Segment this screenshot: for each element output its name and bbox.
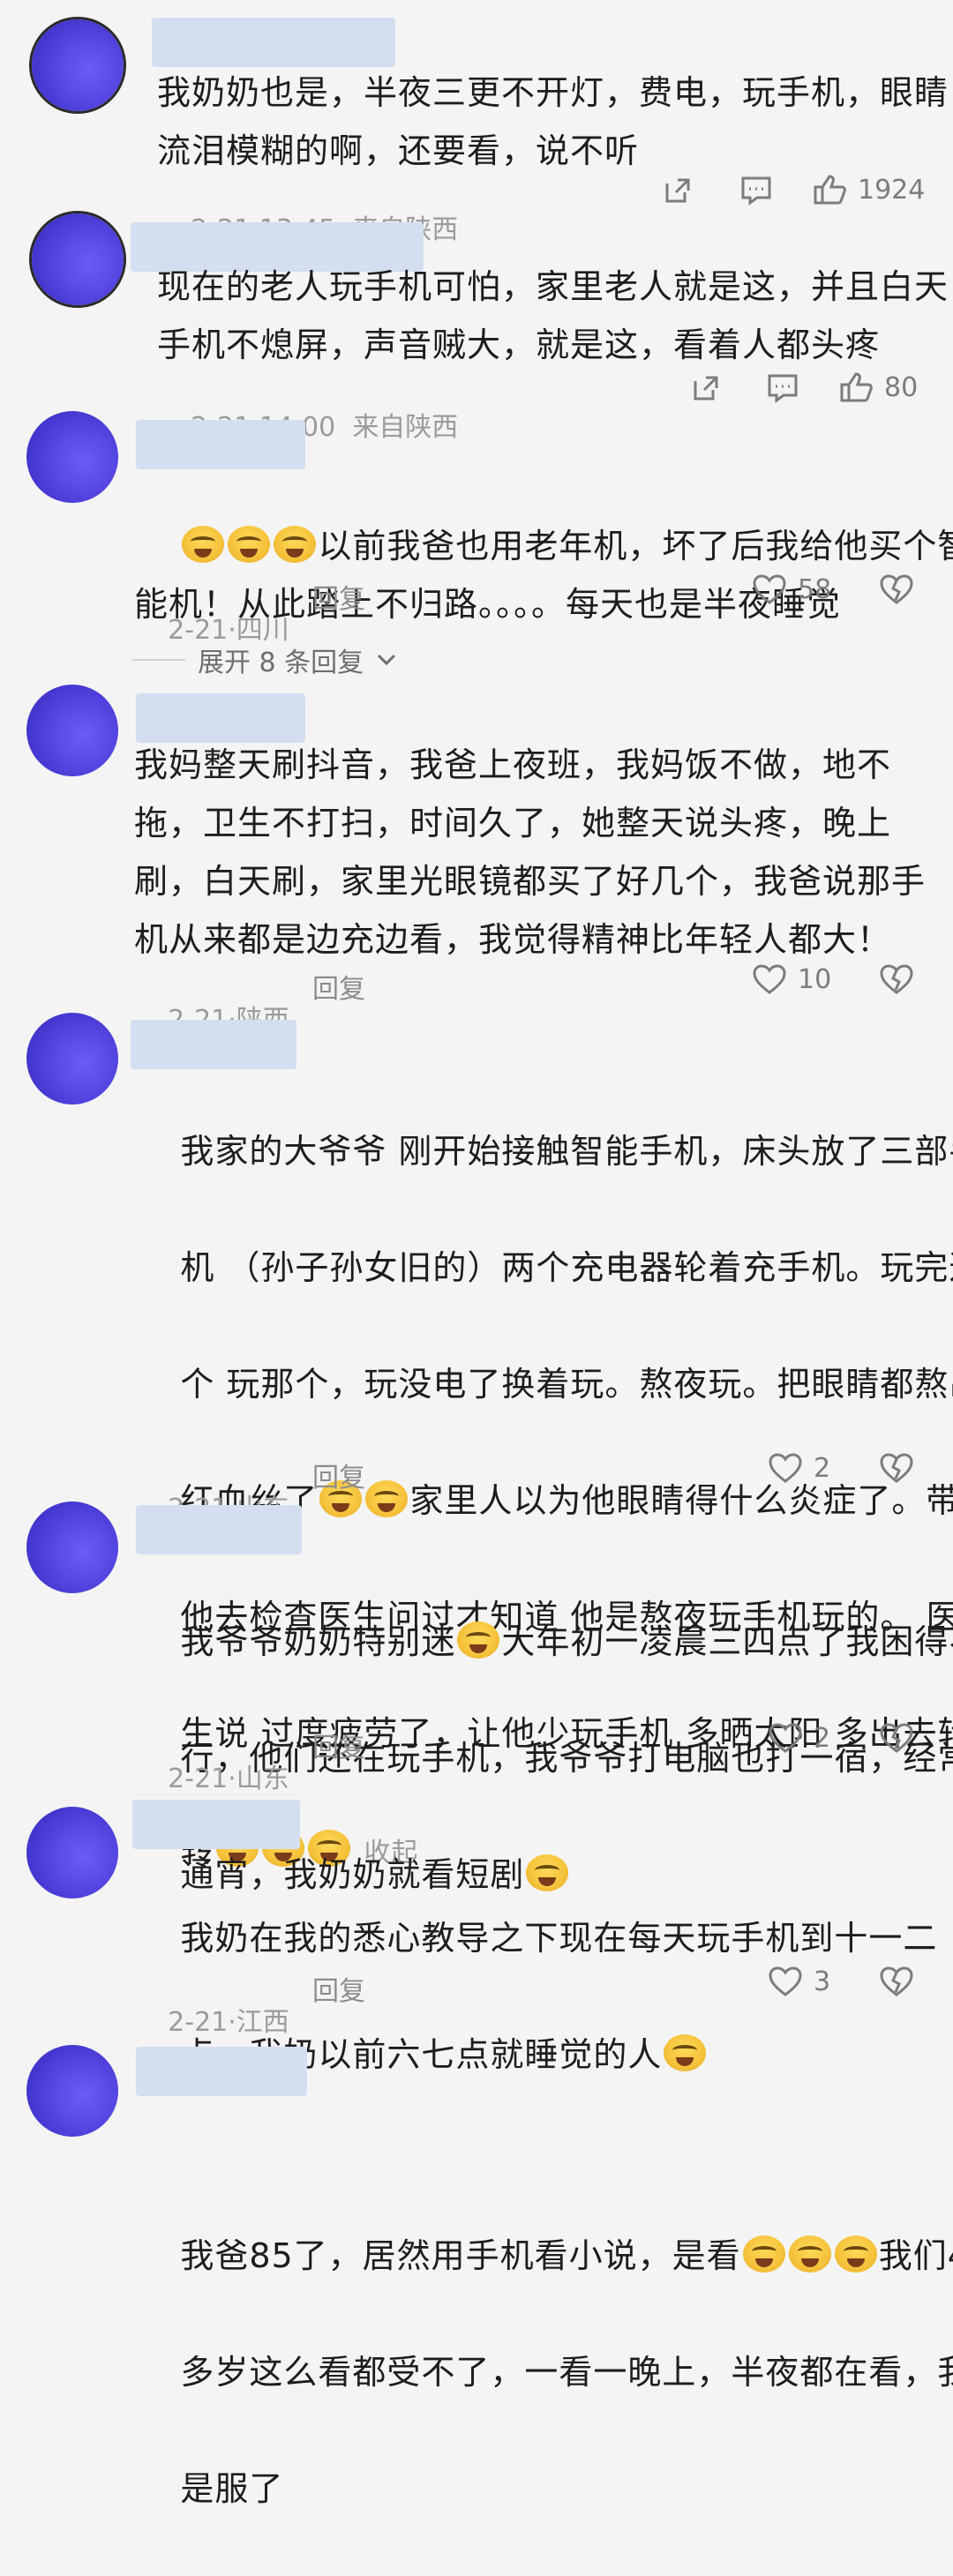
comment-text-line: 以前我爸也用老年机，坏了后我给他买个智 <box>318 527 953 565</box>
comment-text-line: 家里人以为他眼睛得什么炎症了。带 <box>409 1481 953 1520</box>
broken-heart-icon <box>880 1966 913 1996</box>
reply-button[interactable]: 回复 <box>312 967 365 1006</box>
divider <box>132 659 185 661</box>
comment-text-line: 多岁这么看都受不了，一看一晚上，半夜都在看，我 <box>180 2353 953 2392</box>
heart-icon <box>753 574 786 604</box>
comment-text-line: 我们40 <box>878 2236 953 2275</box>
dislike-button[interactable] <box>879 1722 914 1754</box>
reply-button[interactable]: 回复 <box>312 1969 365 2008</box>
laughing-crying-emoji <box>742 2235 785 2273</box>
broken-heart-icon <box>880 574 913 604</box>
avatar[interactable] <box>26 1501 118 1593</box>
dislike-button[interactable] <box>879 1966 914 1997</box>
heart-icon <box>769 1453 802 1483</box>
like-count: 3 <box>814 1966 831 1997</box>
dislike-button[interactable] <box>879 1452 914 1484</box>
share-icon <box>665 178 690 203</box>
username-redacted[interactable] <box>152 18 395 67</box>
username-redacted[interactable] <box>132 1800 300 1849</box>
thumbs-up-icon <box>814 175 846 205</box>
laughing-crying-emoji <box>182 526 225 563</box>
comment-text-line: 是服了 <box>180 2469 284 2508</box>
like-button[interactable]: 3 <box>768 1966 830 1997</box>
reply-button[interactable] <box>766 372 799 404</box>
username-redacted[interactable] <box>131 1020 296 1069</box>
laughing-crying-emoji <box>834 2235 877 2273</box>
username-redacted[interactable] <box>136 1505 302 1554</box>
comment-text-line: 机 （孙子孙女旧的）两个充电器轮着充手机。玩完这 <box>180 1248 953 1287</box>
like-button[interactable]: 58 <box>752 573 831 605</box>
share-button[interactable] <box>690 372 722 404</box>
broken-heart-icon <box>880 964 913 994</box>
avatar[interactable] <box>26 411 118 503</box>
avatar[interactable] <box>32 213 124 305</box>
like-count: 80 <box>884 371 919 403</box>
heart-icon <box>769 1966 802 1996</box>
comment-location: 山东 <box>236 1764 289 1794</box>
avatar[interactable] <box>26 1807 118 1898</box>
like-button[interactable]: 10 <box>752 963 831 995</box>
crying-emoji <box>365 1480 409 1517</box>
laughing-crying-emoji <box>274 526 317 563</box>
avatar[interactable] <box>26 685 118 776</box>
reply-button[interactable]: 回复 <box>312 577 365 616</box>
comment-text-line: 我奶在我的悉心教导之下现在每天玩手机到十一二 <box>180 1919 938 1958</box>
dislike-button[interactable] <box>879 573 914 605</box>
comment-text-line: 行，他们还在玩手机，我爷爷打电脑也打一宿，经常 <box>180 1739 953 1778</box>
broken-heart-icon <box>880 1723 913 1753</box>
like-count: 58 <box>798 573 832 605</box>
laughing-crying-emoji <box>228 526 271 563</box>
comment-date: 2-21 <box>168 2007 229 2038</box>
reply-button[interactable] <box>739 175 773 206</box>
like-button[interactable]: 1924 <box>812 173 925 206</box>
thumbs-up-icon <box>840 372 873 402</box>
comment-text-line: 我家的大爷爷 刚开始接触智能手机，床头放了三部手 <box>180 1132 953 1171</box>
reply-button[interactable]: 回复 <box>312 1456 365 1494</box>
comment-location: 来自陕西 <box>352 412 459 443</box>
heart-icon <box>769 1723 802 1753</box>
broken-heart-icon <box>880 1453 913 1483</box>
like-count: 10 <box>798 963 832 995</box>
crying-emoji <box>457 1621 500 1659</box>
comment-icon <box>741 176 771 206</box>
dislike-button[interactable] <box>879 963 914 995</box>
avatar[interactable] <box>32 19 124 111</box>
like-count: 1924 <box>858 174 926 206</box>
laughing-crying-emoji <box>788 2235 831 2273</box>
chevron-down-icon <box>378 654 396 666</box>
comment-text-line: 我爸85了，居然用手机看小说，是看 <box>180 2236 741 2275</box>
heart-icon <box>753 964 786 994</box>
comment-location: 江西 <box>236 2007 289 2038</box>
comment-text-line: 我爷爷奶奶特别迷 <box>180 1622 456 1661</box>
comment-date: 2-21 <box>168 1764 229 1794</box>
avatar[interactable] <box>26 1013 118 1105</box>
like-button[interactable]: 2 <box>768 1722 830 1754</box>
like-button[interactable]: 2 <box>768 1452 830 1484</box>
comment-text: 我妈整天刷抖音，我爸上夜班，我妈饭不做，地不 拖，卫生不打扫，时间久了，她整天说… <box>134 745 927 959</box>
comment-text: 我爸85了，居然用手机看小说，是看 我们40 多岁这么看都受不了，一看一晚上，半夜… <box>134 2052 953 2576</box>
reply-button[interactable]: 回复 <box>312 1726 365 1764</box>
comment-text-line: 个 玩那个，玩没电了换着玩。熬夜玩。把眼睛都熬出 <box>180 1365 953 1404</box>
expand-replies-label: 展开 8 条回复 <box>198 648 364 678</box>
share-button[interactable] <box>662 175 694 206</box>
expand-replies-button[interactable]: 展开 8 条回复 <box>132 640 397 679</box>
comment-text-line: 大年初一凌晨三四点了我困得不 <box>501 1622 953 1661</box>
like-count: 2 <box>814 1722 831 1754</box>
avatar[interactable] <box>26 2045 118 2137</box>
like-count: 2 <box>814 1452 831 1484</box>
comment-icon <box>768 374 798 403</box>
like-button[interactable]: 80 <box>838 371 918 404</box>
comment-text: 现在的老人玩手机可怕，家里老人就是这，并且白天 手机不熄屏，声音贼大，就是这，看… <box>157 267 949 364</box>
share-icon <box>694 376 718 401</box>
comment-text: 我奶奶也是，半夜三更不开灯，费电，玩手机，眼睛 流泪模糊的啊，还要看，说不听 <box>157 73 949 170</box>
